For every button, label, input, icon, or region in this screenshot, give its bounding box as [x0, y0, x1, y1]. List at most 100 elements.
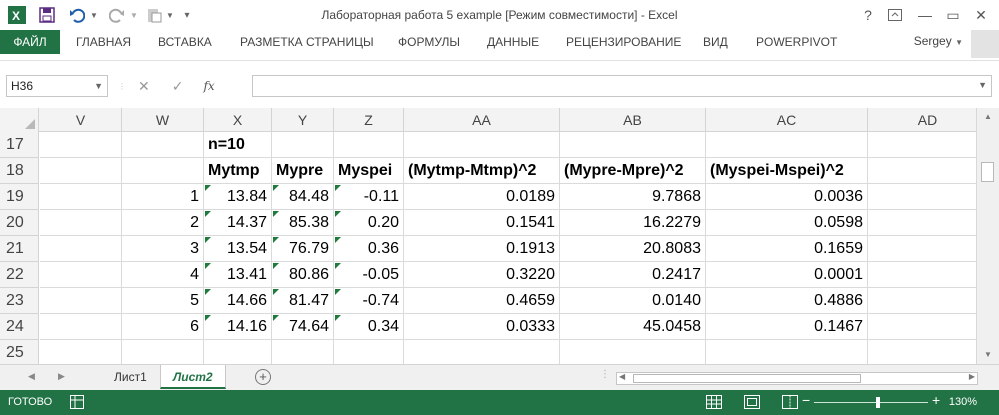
- error-indicator-icon[interactable]: [335, 185, 341, 191]
- zoom-slider-thumb[interactable]: [876, 397, 880, 408]
- cell-ac23[interactable]: 0.4886: [706, 288, 868, 314]
- formula-input[interactable]: ▼: [252, 75, 992, 97]
- cell-w20[interactable]: 2: [122, 210, 204, 236]
- error-indicator-icon[interactable]: [205, 315, 211, 321]
- row-header[interactable]: 21: [0, 236, 39, 262]
- zoom-slider[interactable]: [814, 397, 928, 408]
- name-box[interactable]: H36 ▼: [6, 75, 108, 97]
- row-header[interactable]: 18: [0, 158, 39, 184]
- macro-recording-icon[interactable]: [70, 395, 84, 412]
- cell-v19[interactable]: [40, 184, 122, 210]
- add-sheet-button[interactable]: +: [255, 369, 271, 385]
- cell-aa18[interactable]: (Mytmp-Mtmp)^2: [404, 158, 560, 184]
- cell-x21[interactable]: 13.54: [204, 236, 272, 262]
- cell-v21[interactable]: [40, 236, 122, 262]
- cell-ab21[interactable]: 20.8083: [560, 236, 706, 262]
- next-sheet-icon[interactable]: ▶: [58, 371, 65, 382]
- normal-view-icon[interactable]: [706, 395, 722, 412]
- name-box-dropdown-icon[interactable]: ▼: [94, 76, 103, 96]
- help-button[interactable]: ?: [855, 4, 881, 26]
- cell-y24[interactable]: 74.64: [272, 314, 334, 340]
- cell-ac24[interactable]: 0.1467: [706, 314, 868, 340]
- horizontal-scrollbar[interactable]: ◀ ▶: [616, 372, 978, 385]
- column-header-aa[interactable]: AA: [404, 108, 560, 132]
- tab-split-handle-icon[interactable]: ⋮: [600, 369, 610, 380]
- cell-y25[interactable]: [272, 340, 334, 366]
- cell-ad17[interactable]: [868, 132, 988, 158]
- scroll-right-icon[interactable]: ▶: [969, 372, 975, 381]
- cell-aa23[interactable]: 0.4659: [404, 288, 560, 314]
- cancel-icon[interactable]: ✕: [138, 78, 150, 95]
- cell-w21[interactable]: 3: [122, 236, 204, 262]
- cell-ab23[interactable]: 0.0140: [560, 288, 706, 314]
- cell-aa25[interactable]: [404, 340, 560, 366]
- cell-w19[interactable]: 1: [122, 184, 204, 210]
- select-all-button[interactable]: [0, 108, 39, 132]
- cell-v24[interactable]: [40, 314, 122, 340]
- vertical-scrollbar[interactable]: ▲ ▼: [976, 108, 999, 364]
- scroll-down-icon[interactable]: ▼: [977, 350, 999, 359]
- cell-ab19[interactable]: 9.7868: [560, 184, 706, 210]
- cell-v23[interactable]: [40, 288, 122, 314]
- zoom-level[interactable]: 130%: [949, 396, 977, 408]
- cell-ac25[interactable]: [706, 340, 868, 366]
- cell-w25[interactable]: [122, 340, 204, 366]
- ribbon-display-options-icon[interactable]: [882, 4, 908, 26]
- cell-ad25[interactable]: [868, 340, 988, 366]
- close-button[interactable]: ✕: [968, 4, 994, 26]
- tab-view[interactable]: ВИД: [703, 30, 728, 54]
- cell-w22[interactable]: 4: [122, 262, 204, 288]
- error-indicator-icon[interactable]: [273, 237, 279, 243]
- scroll-up-icon[interactable]: ▲: [977, 112, 999, 121]
- cell-y18[interactable]: Mypre: [272, 158, 334, 184]
- error-indicator-icon[interactable]: [205, 263, 211, 269]
- zoom-out-button[interactable]: −: [802, 392, 810, 408]
- cell-ac18[interactable]: (Myspei-Mspei)^2: [706, 158, 868, 184]
- cell-y23[interactable]: 81.47: [272, 288, 334, 314]
- cell-v22[interactable]: [40, 262, 122, 288]
- cell-ab20[interactable]: 16.2279: [560, 210, 706, 236]
- cell-aa17[interactable]: [404, 132, 560, 158]
- cell-ab25[interactable]: [560, 340, 706, 366]
- maximize-button[interactable]: ▭: [940, 4, 966, 26]
- sheet-tab-list2[interactable]: Лист2: [160, 365, 226, 389]
- cell-ad18[interactable]: [868, 158, 988, 184]
- tab-page-layout[interactable]: РАЗМЕТКА СТРАНИЦЫ: [240, 30, 374, 54]
- cell-ac17[interactable]: [706, 132, 868, 158]
- vertical-scroll-thumb[interactable]: [981, 162, 994, 182]
- cell-ac20[interactable]: 0.0598: [706, 210, 868, 236]
- error-indicator-icon[interactable]: [335, 211, 341, 217]
- cell-x23[interactable]: 14.66: [204, 288, 272, 314]
- row-header[interactable]: 17: [0, 132, 39, 158]
- column-header-ab[interactable]: AB: [560, 108, 706, 132]
- cell-w17[interactable]: [122, 132, 204, 158]
- cell-z22[interactable]: -0.05: [334, 262, 404, 288]
- cell-aa22[interactable]: 0.3220: [404, 262, 560, 288]
- insert-function-button[interactable]: fx: [203, 79, 214, 93]
- cell-x20[interactable]: 14.37: [204, 210, 272, 236]
- cell-w18[interactable]: [122, 158, 204, 184]
- worksheet-grid[interactable]: V W X Y Z AA AB AC AD 17 n=10 18 Mytmp Mypre Myspei (M…: [0, 108, 999, 366]
- column-header-w[interactable]: W: [122, 108, 204, 132]
- tab-file[interactable]: ФАЙЛ: [0, 30, 60, 54]
- cell-ab17[interactable]: [560, 132, 706, 158]
- column-header-ad[interactable]: AD: [868, 108, 988, 132]
- prev-sheet-icon[interactable]: ◀: [28, 371, 35, 382]
- error-indicator-icon[interactable]: [205, 237, 211, 243]
- page-break-view-icon[interactable]: [782, 395, 798, 412]
- column-header-v[interactable]: V: [40, 108, 122, 132]
- error-indicator-icon[interactable]: [335, 237, 341, 243]
- cell-x24[interactable]: 14.16: [204, 314, 272, 340]
- horizontal-scroll-thumb[interactable]: [633, 374, 861, 383]
- cell-ab18[interactable]: (Mypre-Mpre)^2: [560, 158, 706, 184]
- cell-v17[interactable]: [40, 132, 122, 158]
- cell-z23[interactable]: -0.74: [334, 288, 404, 314]
- cell-ad19[interactable]: [868, 184, 988, 210]
- cell-z17[interactable]: [334, 132, 404, 158]
- error-indicator-icon[interactable]: [335, 289, 341, 295]
- enter-icon[interactable]: ✓: [172, 78, 184, 95]
- cell-y22[interactable]: 80.86: [272, 262, 334, 288]
- cell-z25[interactable]: [334, 340, 404, 366]
- zoom-in-button[interactable]: +: [932, 392, 940, 408]
- cell-y17[interactable]: [272, 132, 334, 158]
